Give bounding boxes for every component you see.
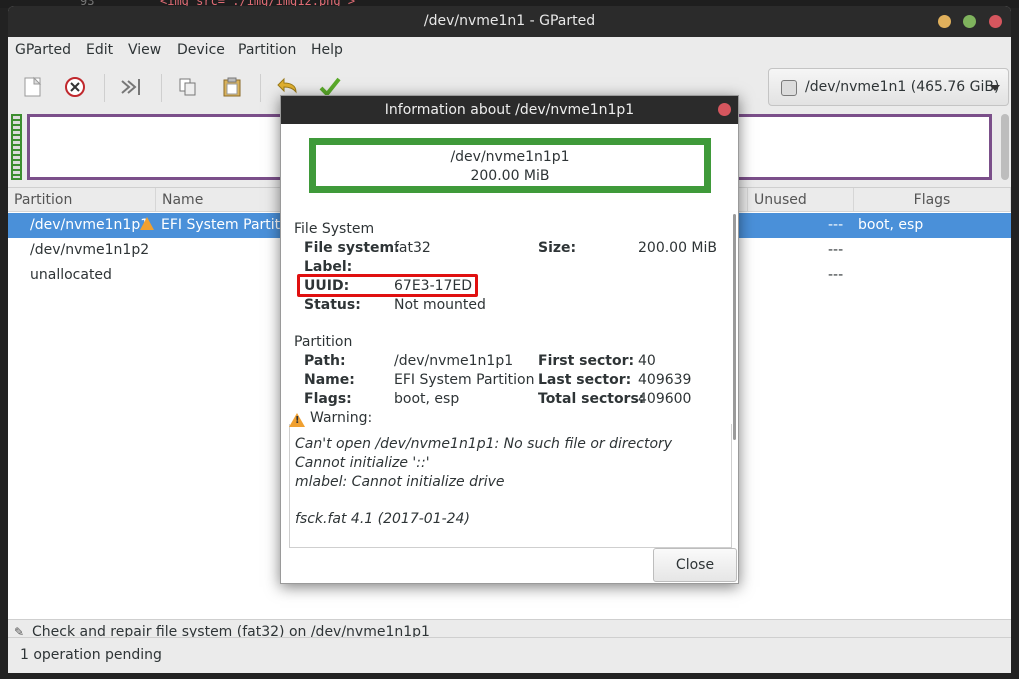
dialog-close-icon[interactable] [718, 103, 731, 116]
minimize-button[interactable] [938, 15, 951, 28]
flags-value: boot, esp [394, 391, 460, 407]
partition-unused: --- [828, 267, 844, 283]
dialog-body: /dev/nvme1n1p1 200.00 MiB File System Fi… [281, 124, 738, 583]
file-system-heading: File System [294, 221, 375, 237]
pending-operation[interactable]: Check and repair file system (fat32) on … [32, 624, 430, 637]
total-sectors-label: Total sectors: [538, 391, 645, 407]
window-title: /dev/nvme1n1 - GParted [423, 13, 596, 29]
status-text: 1 operation pending [20, 647, 162, 663]
uuid-highlight [297, 274, 478, 297]
menu-bar: GParted Edit View Device Partition Help [8, 37, 1011, 64]
partition-unused: --- [828, 217, 844, 233]
title-bar[interactable]: /dev/nvme1n1 - GParted [8, 6, 1011, 37]
partition-path: /dev/nvme1n1p1 [30, 217, 150, 233]
disk-icon [781, 80, 797, 96]
dialog-scrollbar[interactable] [733, 214, 736, 440]
path-label: Path: [304, 353, 346, 369]
menu-help[interactable]: Help [311, 42, 343, 58]
warning-message-line: mlabel: Cannot initialize drive [295, 474, 505, 490]
first-sector-value: 40 [638, 353, 656, 369]
warning-message-line: Cannot initialize '::' [295, 455, 430, 471]
path-value: /dev/nvme1n1p1 [394, 353, 514, 369]
flags-label: Flags: [304, 391, 352, 407]
toolbar-separator [104, 74, 105, 102]
status-value: Not mounted [394, 297, 486, 313]
menu-view[interactable]: View [128, 42, 161, 58]
size-value: 200.00 MiB [638, 240, 718, 256]
maximize-button[interactable] [963, 15, 976, 28]
device-label: /dev/nvme1n1 (465.76 GiB) [805, 79, 1000, 95]
partition-flags: boot, esp [858, 217, 924, 233]
check-icon: ✎ [14, 625, 25, 637]
partition-name: EFI System Partiti [161, 217, 285, 233]
column-unused[interactable]: Unused [748, 188, 854, 212]
first-sector-label: First sector: [538, 353, 635, 369]
filesystem-value: fat32 [394, 240, 431, 256]
partition-unused: --- [828, 242, 844, 258]
information-dialog: Information about /dev/nvme1n1p1 /dev/nv… [280, 95, 739, 584]
menu-device[interactable]: Device [177, 42, 225, 58]
partition-path: /dev/nvme1n1p2 [30, 242, 150, 258]
name-value: EFI System Partition [394, 372, 535, 388]
size-label: Size: [538, 240, 577, 256]
close-button[interactable]: Close [653, 548, 737, 582]
last-sector-value: 409639 [638, 372, 692, 388]
menu-gparted[interactable]: GParted [15, 42, 71, 58]
status-bar: 1 operation pending [8, 637, 1011, 673]
device-selector[interactable]: /dev/nvme1n1 (465.76 GiB) [768, 68, 1009, 106]
delete-icon[interactable] [60, 72, 90, 102]
toolbar-separator [161, 74, 162, 102]
partition-heading: Partition [294, 334, 353, 350]
menu-edit[interactable]: Edit [86, 42, 113, 58]
paste-icon[interactable] [217, 72, 247, 102]
close-window-button[interactable] [989, 15, 1002, 28]
last-sector-label: Last sector: [538, 372, 632, 388]
name-label: Name: [304, 372, 355, 388]
new-partition-icon[interactable] [18, 72, 48, 102]
label-label: Label: [304, 259, 353, 275]
disk-map-partition-efi[interactable] [11, 114, 22, 180]
warning-icon [289, 413, 305, 427]
column-partition[interactable]: Partition [8, 188, 156, 212]
copy-icon[interactable] [173, 72, 203, 102]
dialog-title: Information about /dev/nvme1n1p1 [384, 102, 635, 118]
resize-move-icon[interactable] [116, 72, 146, 102]
menu-partition[interactable]: Partition [238, 42, 296, 58]
pending-operations-list: ✎ Check and repair file system (fat32) o… [8, 619, 1011, 637]
total-sectors-value: 409600 [638, 391, 692, 407]
partition-graphic-size: 200.00 MiB [470, 168, 550, 184]
warning-icon [140, 217, 154, 230]
warning-label: Warning: [308, 410, 375, 426]
dialog-title-bar[interactable]: Information about /dev/nvme1n1p1 [281, 96, 738, 124]
toolbar-separator [260, 74, 261, 102]
column-flags[interactable]: Flags [854, 188, 1011, 212]
partition-graphic: /dev/nvme1n1p1 200.00 MiB [309, 138, 711, 193]
status-label: Status: [304, 297, 361, 313]
partition-graphic-path: /dev/nvme1n1p1 [450, 149, 570, 165]
chevron-down-icon [990, 85, 1000, 91]
partition-path: unallocated [30, 267, 112, 283]
warning-message-line: fsck.fat 4.1 (2017-01-24) [295, 511, 470, 527]
filesystem-label: File system: [304, 240, 400, 256]
warning-message-line: Can't open /dev/nvme1n1p1: No such file … [295, 436, 673, 452]
disk-map-scrollbar[interactable] [1001, 114, 1009, 180]
